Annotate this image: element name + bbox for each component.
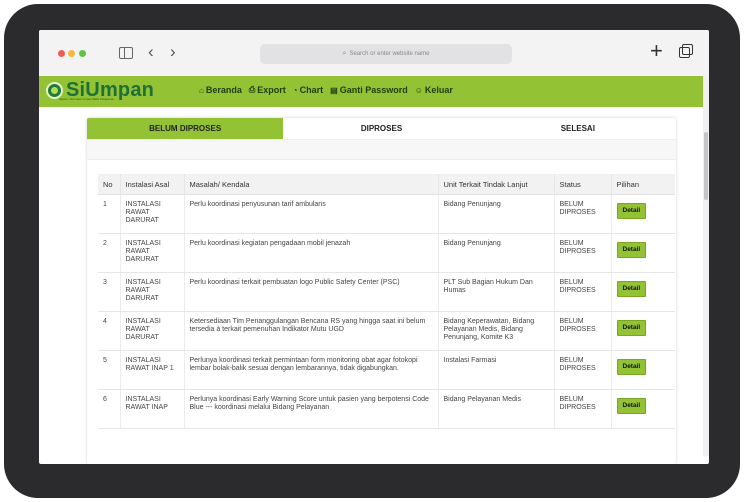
sidebar-icon[interactable] (119, 47, 133, 59)
detail-button[interactable]: Detail (616, 359, 647, 375)
cell-action: Detail (611, 389, 675, 429)
nav-menu: ⌂ Beranda ⎙ Export ◔ Chart ▤ Ganti Password … (199, 85, 453, 95)
cell-masalah: Perlu koordinasi penyusunan tarif ambula… (184, 194, 439, 234)
cell-status: BELUM DIPROSES (554, 389, 612, 429)
cell-masalah: Perlu koordinasi kegiatan pengadaan mobi… (184, 233, 439, 273)
home-icon: ⌂ (199, 85, 204, 95)
zoom-dot-icon[interactable] (79, 50, 86, 57)
table-row: 5 INSTALASI RAWAT INAP 1 Perlunya koordi… (98, 350, 675, 390)
column-header: Instalasi Asal (120, 174, 185, 195)
cell-no: 2 (98, 233, 121, 273)
detail-button[interactable]: Detail (616, 203, 647, 219)
scrollbar-thumb[interactable] (704, 132, 708, 200)
cell-masalah: Ketersediaan Tim Penanggulangan Bencana … (184, 311, 439, 351)
page-scrollbar[interactable] (703, 76, 709, 456)
cell-instalasi: INSTALASI RAWAT DARURAT (120, 194, 185, 234)
cell-masalah: Perlu koordinasi terkait pembuatan logo … (184, 272, 439, 312)
nav-export[interactable]: ⎙ Export (249, 85, 286, 95)
cell-action: Detail (611, 311, 675, 351)
back-icon[interactable]: ‹ (148, 42, 154, 62)
cell-no: 3 (98, 272, 121, 312)
cell-unit: Bidang Penunjang (438, 233, 555, 273)
cell-status: BELUM DIPROSES (554, 272, 612, 312)
table-row: 6 INSTALASI RAWAT INAP Perlunya koordina… (98, 389, 675, 429)
search-icon: ⌕ (342, 50, 347, 57)
detail-button[interactable]: Detail (616, 320, 647, 336)
id-card-icon: ▤ (330, 85, 338, 95)
close-dot-icon[interactable] (58, 50, 65, 57)
cell-no: 4 (98, 311, 121, 351)
logo-mark-icon (46, 81, 63, 99)
cell-action: Detail (611, 194, 675, 234)
detail-button[interactable]: Detail (616, 242, 647, 258)
nav-chart[interactable]: ◔ Chart (293, 85, 323, 95)
device-frame: ‹ › ⌕ Search or enter website name + SiU… (4, 4, 740, 498)
column-header: Unit Terkait Tindak Lanjut (438, 174, 555, 195)
detail-button[interactable]: Detail (616, 398, 647, 414)
tab-selesai[interactable]: SELESAI (480, 118, 676, 139)
cell-unit: Bidang Penunjang (438, 194, 555, 234)
cell-instalasi: INSTALASI RAWAT DARURAT (120, 233, 185, 273)
table-row: 4 INSTALASI RAWAT DARURAT Ketersediaan T… (98, 311, 675, 351)
cell-no: 6 (98, 389, 121, 429)
logo-tagline: Sistem Informasi Umpan Balik Pelayanan (59, 97, 115, 101)
forward-icon[interactable]: › (170, 42, 176, 62)
table-row: 1 INSTALASI RAWAT DARURAT Perlu koordina… (98, 194, 675, 234)
nav-label: Export (257, 85, 286, 95)
browser-toolbar: ‹ › ⌕ Search or enter website name + (39, 30, 709, 76)
cell-masalah: Perlunya koordinasi Early Warning Score … (184, 389, 439, 429)
cell-instalasi: INSTALASI RAWAT INAP 1 (120, 350, 185, 390)
cell-instalasi: INSTALASI RAWAT INAP (120, 389, 185, 429)
plus-icon[interactable]: + (650, 40, 663, 62)
user-logout-icon: ☺ (414, 85, 423, 95)
chart-icon: ◔ (292, 85, 298, 95)
address-placeholder: Search or enter website name (349, 51, 430, 57)
cell-action: Detail (611, 233, 675, 273)
app-navbar: SiUmpan Sistem Informasi Umpan Balik Pel… (39, 76, 709, 107)
tab-belum-diproses[interactable]: BELUM DIPROSES (87, 118, 284, 139)
cell-status: BELUM DIPROSES (554, 311, 612, 351)
cell-instalasi: INSTALASI RAWAT DARURAT (120, 272, 185, 312)
column-header: Masalah/ Kendala (184, 174, 439, 195)
cell-no: 5 (98, 350, 121, 390)
cell-unit: PLT Sub Bagian Hukum Dan Humas (438, 272, 555, 312)
cell-masalah: Perlunya koordinasi terkait permintaan f… (184, 350, 439, 390)
cell-unit: Instalasi Farmasi (438, 350, 555, 390)
cell-unit: Bidang Pelayanan Medis (438, 389, 555, 429)
tab-diproses[interactable]: DIPROSES (283, 118, 479, 139)
nav-keluar[interactable]: ☺ Keluar (415, 85, 453, 95)
nav-label: Beranda (205, 85, 242, 95)
cell-no: 1 (98, 194, 121, 234)
table-row: 3 INSTALASI RAWAT DARURAT Perlu koordina… (98, 272, 675, 312)
status-tabs: BELUM DIPROSES DIPROSES SELESAI (87, 118, 676, 140)
tabs-icon[interactable] (679, 44, 693, 58)
column-header: No (98, 174, 121, 195)
print-icon: ⎙ (248, 85, 256, 94)
detail-button[interactable]: Detail (616, 281, 647, 297)
content-card: BELUM DIPROSES DIPROSES SELESAI No Insta… (87, 118, 676, 464)
nav-ganti-password[interactable]: ▤ Ganti Password (330, 85, 408, 95)
cell-unit: Bidang Keperawatan, Bidang Pelayanan Med… (438, 311, 555, 351)
cell-status: BELUM DIPROSES (554, 350, 612, 390)
column-header: Status (554, 174, 612, 195)
address-bar[interactable]: ⌕ Search or enter website name (260, 44, 512, 64)
nav-label: Chart (299, 85, 324, 95)
nav-label: Ganti Password (339, 85, 408, 95)
cell-instalasi: INSTALASI RAWAT DARURAT (120, 311, 185, 351)
browser-window: ‹ › ⌕ Search or enter website name + SiU… (39, 30, 709, 464)
table-header-row: No Instalasi Asal Masalah/ Kendala Unit … (98, 174, 675, 195)
issues-table: No Instalasi Asal Masalah/ Kendala Unit … (98, 174, 675, 429)
column-header: Pilihan (611, 174, 675, 195)
cell-action: Detail (611, 350, 675, 390)
minimize-dot-icon[interactable] (68, 50, 75, 57)
nav-label: Keluar (424, 85, 453, 95)
cell-status: BELUM DIPROSES (554, 194, 612, 234)
cell-action: Detail (611, 272, 675, 312)
table-row: 2 INSTALASI RAWAT DARURAT Perlu koordina… (98, 233, 675, 273)
card-spacer (87, 140, 676, 160)
cell-status: BELUM DIPROSES (554, 233, 612, 273)
nav-beranda[interactable]: ⌂ Beranda (199, 85, 242, 95)
